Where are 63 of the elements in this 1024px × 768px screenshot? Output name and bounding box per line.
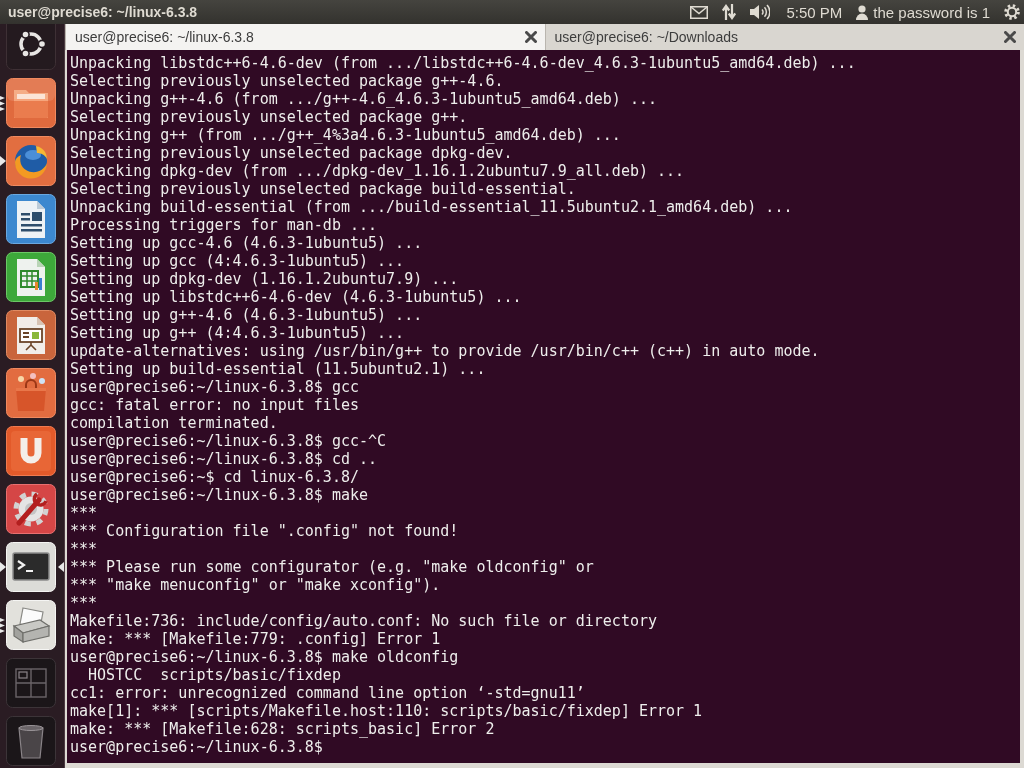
terminal-line: user@precise6:~/linux-6.3.8$ make oldconfig	[70, 648, 459, 666]
terminal-line: Unpacking build-essential (from .../build-essential_11.5ubuntu2.1_amd64.deb) ...	[70, 198, 793, 216]
terminal-line: Selecting previously unselected package g++.	[70, 108, 468, 126]
terminal-line: make: *** [Makefile:628: scripts_basic] Error 2	[70, 720, 495, 738]
close-icon[interactable]	[524, 31, 537, 43]
user-menu[interactable]: the password is 1	[873, 3, 990, 21]
terminal-line: *** Configuration file ".config" not found!	[70, 522, 459, 540]
terminal-line: Makefile:736: include/config/auto.conf: No such file or directory	[70, 612, 657, 630]
terminal-line: Setting up gcc (4:4.6.3-1ubuntu5) ...	[70, 252, 405, 270]
window-title: user@precise6: ~/linux-6.3.8	[8, 4, 198, 20]
person-icon[interactable]	[856, 4, 869, 20]
terminal-line: *** Please run some configurator (e.g. "make oldconfig" or	[70, 558, 594, 576]
globe-icon[interactable]	[6, 136, 56, 186]
workspace-grid-icon[interactable]	[6, 658, 56, 708]
gear-icon[interactable]	[1004, 4, 1020, 20]
terminal-line: make[1]: *** [scripts/Makefile.host:110: scripts/basic/fixdep] Error 1	[70, 702, 703, 720]
u-mark-icon[interactable]	[6, 426, 56, 476]
ring-dots-icon[interactable]	[6, 24, 56, 70]
terminal-line: Unpacking g++ (from .../g++_4%3a4.6.3-1ubuntu5_amd64.deb) ...	[70, 126, 621, 144]
document-icon[interactable]	[6, 194, 56, 244]
terminal-line: user@precise6:~/linux-6.3.8$ cd ..	[70, 450, 378, 468]
terminal-line: Selecting previously unselected package build-essential.	[70, 180, 576, 198]
terminal-line: make: *** [Makefile:779: .config] Error 1	[70, 630, 441, 648]
volume-icon[interactable]	[750, 4, 771, 20]
folder-icon[interactable]	[6, 78, 56, 128]
terminal-line: Selecting previously unselected package g++-4.6.	[70, 72, 504, 90]
terminal-line: Setting up g++ (4:4.6.3-1ubuntu5) ...	[70, 324, 405, 342]
terminal-line: Setting up dpkg-dev (1.16.1.2ubuntu7.9) ...	[70, 270, 459, 288]
terminal-line: Unpacking dpkg-dev (from .../dpkg-dev_1.16.1.2ubuntu7.9_all.deb) ...	[70, 162, 685, 180]
terminal-line: compilation terminated.	[70, 414, 278, 432]
terminal-line: user@precise6:~$ cd linux-6.3.8/	[70, 468, 359, 486]
printer-icon[interactable]	[6, 600, 56, 650]
terminal-line: user@precise6:~/linux-6.3.8$ make	[70, 486, 368, 504]
terminal-line: cc1: error: unrecognized command line option ‘-std=gnu11’	[70, 684, 585, 702]
terminal-line: Selecting previously unselected package dpkg-dev.	[70, 144, 513, 162]
up-down-arrows-icon[interactable]	[722, 4, 737, 20]
terminal-line: user@precise6:~/linux-6.3.8$ gcc	[70, 378, 359, 396]
trash-icon[interactable]	[6, 716, 56, 766]
terminal-line: ***	[70, 594, 98, 612]
terminal-line: Setting up g++-4.6 (4.6.3-1ubuntu5) ...	[70, 306, 423, 324]
presentation-icon[interactable]	[6, 310, 56, 360]
terminal-line: Setting up libstdc++6-4.6-dev (4.6.3-1ubuntu5) ...	[70, 288, 522, 306]
terminal-line: Processing triggers for man-db ...	[70, 216, 378, 234]
terminal-icon[interactable]	[6, 542, 56, 592]
terminal-line: ***	[70, 540, 98, 558]
spreadsheet-icon[interactable]	[6, 252, 56, 302]
shopping-bag-icon[interactable]	[6, 368, 56, 418]
close-icon[interactable]	[1004, 31, 1016, 43]
terminal-line: *** "make menuconfig" or "make xconfig").	[70, 576, 441, 594]
terminal-line: update-alternatives: using /usr/bin/g++ to provide /usr/bin/c++ (c++) in auto mode.	[70, 342, 820, 360]
terminal-line: Unpacking libstdc++6-4.6-dev (from .../libstdc++6-4.6-dev_4.6.3-1ubuntu5_amd64.deb) ...	[70, 54, 856, 72]
terminal-line: gcc: fatal error: no input files	[70, 396, 359, 414]
mail-icon[interactable]	[690, 5, 709, 19]
settings-icon[interactable]	[6, 484, 56, 534]
terminal-line: Setting up build-essential (11.5ubuntu2.1) ...	[70, 360, 486, 378]
terminal-line: user@precise6:~/linux-6.3.8$	[70, 738, 323, 756]
terminal-line: ***	[70, 504, 98, 522]
clock[interactable]: 5:50 PM	[786, 3, 843, 21]
terminal-line: Setting up gcc-4.6 (4.6.3-1ubuntu5) ...	[70, 234, 423, 252]
terminal-line: user@precise6:~/linux-6.3.8$ gcc-^C	[70, 432, 387, 450]
tab[interactable]: user@precise6: ~/linux-6.3.8	[65, 24, 545, 50]
terminal-line: Unpacking g++-4.6 (from .../g++-4.6_4.6.3-1ubuntu5_amd64.deb) ...	[70, 90, 657, 108]
terminal-line: HOSTCC scripts/basic/fixdep	[87, 666, 341, 684]
